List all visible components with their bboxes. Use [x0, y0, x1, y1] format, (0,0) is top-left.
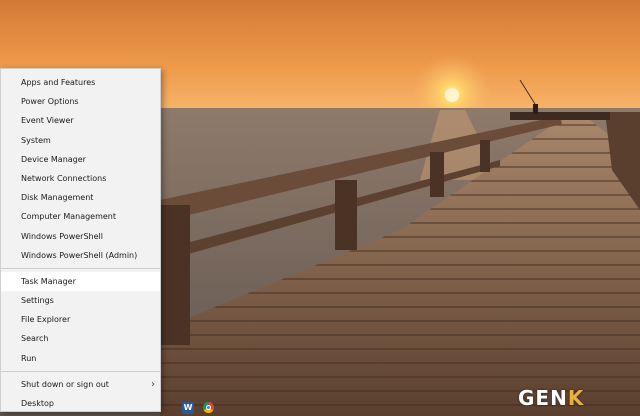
menu-item-system[interactable]: System [1, 131, 160, 150]
chevron-right-icon: › [151, 378, 155, 390]
menu-group-system: Task Manager Settings File Explorer Search R… [1, 271, 160, 368]
menu-item-label: Task Manager [21, 276, 76, 286]
menu-item-label: Desktop [21, 399, 54, 408]
menu-group-tools: Apps and Features Power Options Event View… [1, 69, 160, 265]
menu-item-label: File Explorer [21, 315, 71, 325]
menu-item-search[interactable]: Search [1, 329, 160, 348]
sun [445, 88, 459, 102]
menu-item-desktop[interactable]: Desktop [1, 394, 160, 413]
menu-item-label: Network Connections [21, 173, 107, 183]
menu-item-label: Settings [21, 296, 54, 306]
menu-item-label: Windows PowerShell (Admin) [21, 250, 138, 260]
genk-watermark-logo: GENK [518, 386, 585, 410]
menu-item-device-manager[interactable]: Device Manager [1, 150, 160, 169]
menu-item-label: Computer Management [21, 212, 117, 222]
menu-item-disk-management[interactable]: Disk Management [1, 188, 160, 207]
menu-item-label: System [21, 135, 51, 145]
menu-separator [1, 370, 160, 372]
menu-item-computer-management[interactable]: Computer Management [1, 207, 160, 226]
menu-item-power-options[interactable]: Power Options [1, 92, 160, 111]
menu-item-shut-down-or-sign-out[interactable]: Shut down or sign out › [1, 375, 160, 394]
menu-item-label: Apps and Features [21, 78, 96, 87]
menu-item-label: Shut down or sign out [21, 379, 109, 389]
menu-item-label: Power Options [21, 97, 79, 107]
taskbar-icons: W [182, 399, 214, 416]
menu-item-label: Disk Management [21, 193, 94, 203]
menu-item-network-connections[interactable]: Network Connections [1, 169, 160, 188]
menu-item-windows-powershell-admin[interactable]: Windows PowerShell (Admin) [1, 246, 160, 265]
chrome-icon[interactable] [203, 402, 214, 413]
menu-item-label: Windows PowerShell [21, 231, 103, 241]
menu-item-file-explorer[interactable]: File Explorer [1, 310, 160, 329]
menu-item-label: Event Viewer [21, 116, 74, 126]
menu-item-label: Run [21, 353, 37, 363]
menu-item-event-viewer[interactable]: Event Viewer [1, 111, 160, 130]
menu-separator [1, 267, 160, 269]
menu-item-apps-and-features[interactable]: Apps and Features [1, 73, 160, 92]
menu-group-power: Shut down or sign out › Desktop [1, 375, 160, 413]
menu-item-task-manager[interactable]: Task Manager [1, 271, 160, 292]
menu-item-settings[interactable]: Settings [1, 291, 160, 310]
menu-item-run[interactable]: Run [1, 349, 160, 368]
power-user-menu: Apps and Features Power Options Event View… [0, 68, 161, 412]
menu-item-windows-powershell[interactable]: Windows PowerShell [1, 227, 160, 246]
menu-item-label: Search [21, 334, 49, 344]
menu-item-label: Device Manager [21, 154, 86, 164]
word-icon[interactable]: W [182, 402, 194, 414]
fisherman [533, 104, 538, 114]
